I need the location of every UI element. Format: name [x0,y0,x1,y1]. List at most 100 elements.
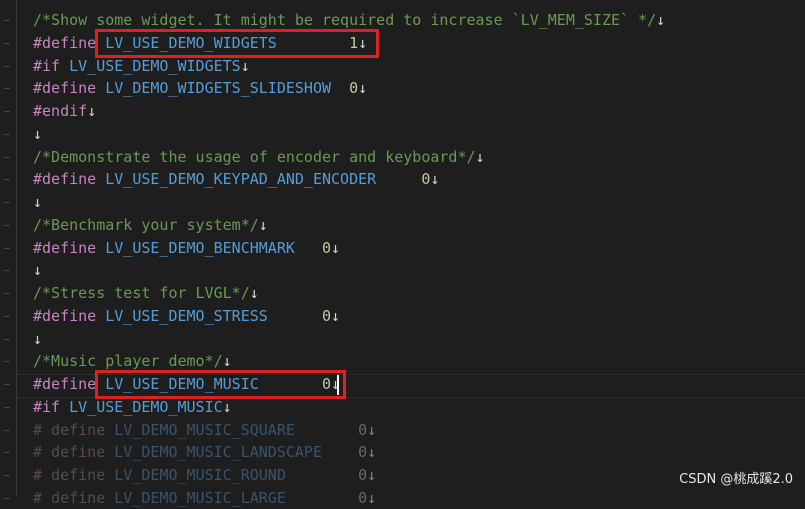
gutter-mark [4,225,10,226]
code-token: # define [33,466,106,484]
code-token: 0 [322,239,332,257]
line-end-marker: ↓ [33,193,43,211]
gutter-mark [4,361,10,362]
code-line[interactable]: #endif↓ [33,100,96,122]
code-token: #define [33,307,97,325]
code-token: # define [33,421,106,439]
code-line[interactable]: #if LV_USE_DEMO_WIDGETS↓ [33,55,250,77]
line-end-marker: ↓ [33,330,43,348]
code-token: 0 [421,170,431,188]
code-token: LV_DEMO_MUSIC_SQUARE [105,421,359,439]
code-line[interactable]: ↓ [33,259,42,281]
code-line[interactable]: # define LV_DEMO_MUSIC_LANDSCAPE 0↓ [33,441,376,463]
code-token: #if [33,398,61,416]
gutter-mark [4,66,10,67]
code-line[interactable]: /*Music player demo*/↓ [33,350,232,372]
gutter-mark [4,134,10,135]
code-token: 0 [358,421,368,439]
gutter-mark [4,339,10,340]
code-line[interactable]: # define LV_DEMO_MUSIC_SQUARE 0↓ [33,419,376,441]
line-end-marker: ↓ [430,170,440,188]
gutter-mark [4,430,10,431]
code-token: LV_DEMO_MUSIC_LARGE [105,489,359,507]
code-token: # define [33,489,106,507]
highlight-box-music [95,370,346,399]
code-token: 0 [322,307,332,325]
line-end-marker: ↓ [367,489,377,507]
code-line[interactable]: /*Stress test for LVGL*/↓ [33,282,259,304]
gutter-mark [4,270,10,271]
code-editor[interactable]: /*Show some widget. It might be required… [0,0,805,507]
code-token: /*Benchmark your system*/ [33,216,259,234]
code-line[interactable]: #define LV_USE_DEMO_STRESS 0↓ [33,305,340,327]
code-token: LV_USE_DEMO_MUSIC [60,398,223,416]
code-token: LV_DEMO_MUSIC_LANDSCAPE [105,443,359,461]
code-line[interactable]: ↓ [33,191,42,213]
code-token: /*Demonstrate the usage of encoder and k… [33,148,476,166]
code-line[interactable]: ↓ [33,328,42,350]
code-token: #define [33,34,97,52]
code-token: 0 [349,79,359,97]
line-end-marker: ↓ [33,125,43,143]
gutter-mark [4,111,10,112]
code-token: #define [33,239,97,257]
gutter-mark [4,179,10,180]
code-token: #define [33,170,97,188]
gutter-mark [4,475,10,476]
line-end-marker: ↓ [222,352,232,370]
gutter-mark [4,498,10,499]
code-token: #endif [33,102,88,120]
line-end-marker: ↓ [33,261,43,279]
code-line[interactable]: /*Demonstrate the usage of encoder and k… [33,146,485,168]
line-end-marker: ↓ [367,443,377,461]
line-end-marker: ↓ [258,216,268,234]
code-line[interactable]: #define LV_USE_DEMO_BENCHMARK 0↓ [33,237,340,259]
line-end-marker: ↓ [240,57,250,75]
gutter-divider [16,0,17,497]
code-token: #if [33,57,61,75]
text-cursor [337,375,339,395]
code-token: LV_USE_DEMO_KEYPAD_AND_ENCODER [96,170,422,188]
line-end-marker: ↓ [87,102,97,120]
gutter-mark [4,20,10,21]
code-token: LV_DEMO_WIDGETS_SLIDESHOW [96,79,350,97]
code-token: LV_USE_DEMO_WIDGETS [60,57,241,75]
gutter-mark [4,407,10,408]
line-end-marker: ↓ [367,466,377,484]
line-end-marker: ↓ [475,148,485,166]
code-line[interactable]: #define LV_DEMO_WIDGETS_SLIDESHOW 0↓ [33,77,367,99]
gutter-mark [4,157,10,158]
gutter-mark [4,316,10,317]
code-token: /*Show some widget. It might be required… [33,11,657,29]
gutter-mark [4,248,10,249]
code-line[interactable]: #if LV_USE_DEMO_MUSIC↓ [33,396,232,418]
code-token: /*Music player demo*/ [33,352,223,370]
gutter-mark [4,452,10,453]
line-end-marker: ↓ [656,11,666,29]
code-token: LV_USE_DEMO_BENCHMARK [96,239,322,257]
code-line[interactable]: # define LV_DEMO_MUSIC_LARGE 0↓ [33,487,376,509]
gutter-mark [4,88,10,89]
gutter-mark [4,43,10,44]
highlight-box-widgets [95,29,379,58]
code-token: #define [33,79,97,97]
code-token: /*Stress test for LVGL*/ [33,284,250,302]
code-token: LV_USE_DEMO_STRESS [96,307,322,325]
watermark: CSDN @桃成蹊2.0 [679,472,793,487]
line-end-marker: ↓ [358,79,368,97]
line-end-marker: ↓ [367,421,377,439]
gutter-mark [4,384,10,385]
code-token: 0 [358,443,368,461]
line-end-marker: ↓ [331,307,341,325]
line-end-marker: ↓ [249,284,259,302]
code-token: # define [33,443,106,461]
code-line[interactable]: /*Benchmark your system*/↓ [33,214,268,236]
code-token: 0 [358,466,368,484]
line-end-marker: ↓ [331,239,341,257]
code-line[interactable]: /*Show some widget. It might be required… [33,9,665,31]
gutter-mark [4,202,10,203]
code-line[interactable]: #define LV_USE_DEMO_KEYPAD_AND_ENCODER 0… [33,168,439,190]
code-line[interactable]: # define LV_DEMO_MUSIC_ROUND 0↓ [33,464,376,486]
code-token: 0 [358,489,368,507]
code-line[interactable]: ↓ [33,123,42,145]
